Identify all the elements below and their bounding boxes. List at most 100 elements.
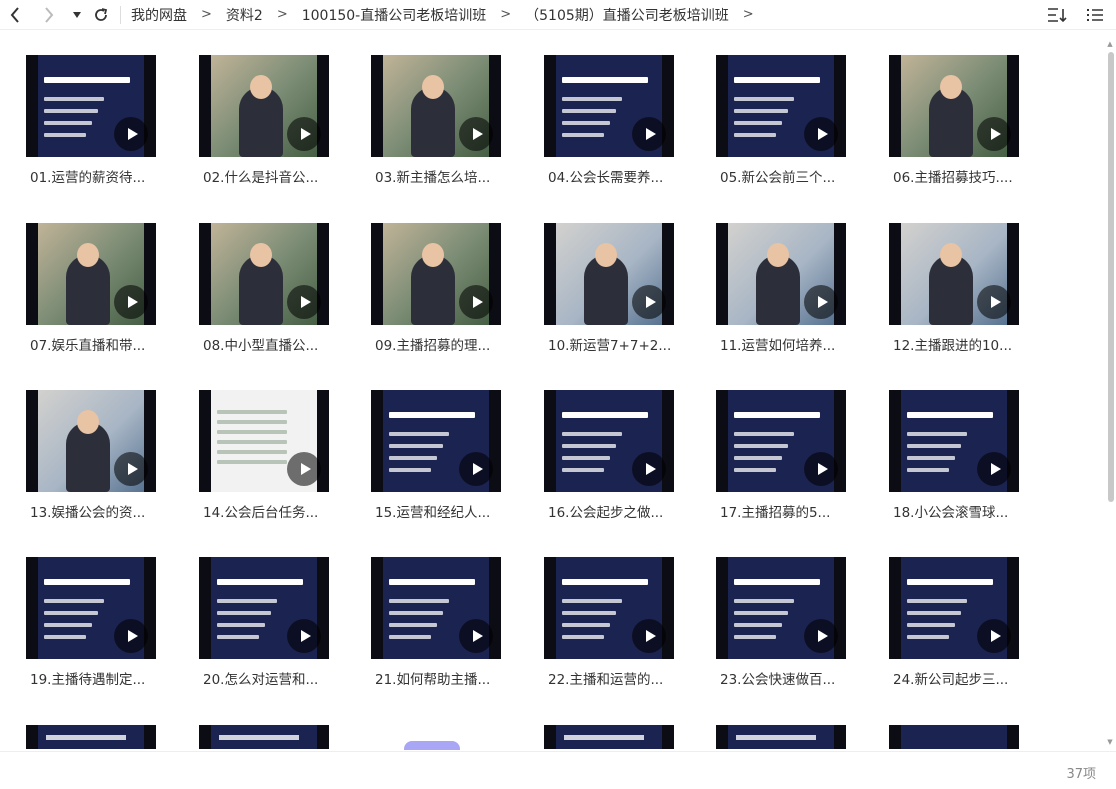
file-item[interactable]: 06.主播招募技巧....: [889, 40, 1061, 200]
video-thumbnail[interactable]: [199, 557, 329, 659]
file-item[interactable]: 04.公会长需要养...: [544, 40, 716, 200]
history-dropdown-button[interactable]: [66, 4, 88, 26]
video-thumbnail[interactable]: [889, 55, 1019, 157]
breadcrumb-item-current[interactable]: （5105期）直播公司老板培训班: [525, 5, 729, 25]
file-thumbnail-partial[interactable]: [889, 725, 1019, 749]
play-icon: [287, 619, 321, 653]
video-thumbnail[interactable]: [544, 390, 674, 492]
file-item[interactable]: 14.公会后台任务...: [199, 375, 371, 535]
file-thumbnail-partial[interactable]: [199, 725, 329, 749]
file-name: 10.新运营7+7+2...: [548, 338, 672, 354]
file-name: 15.运营和经纪人...: [375, 505, 491, 521]
play-icon: [459, 285, 493, 319]
video-thumbnail[interactable]: [889, 223, 1019, 325]
breadcrumb-item-folder[interactable]: 资料2: [226, 5, 263, 25]
file-name: 22.主播和运营的...: [548, 672, 664, 688]
play-icon: [459, 619, 493, 653]
video-thumbnail[interactable]: [716, 223, 846, 325]
file-item[interactable]: 22.主播和运营的...: [544, 542, 716, 702]
video-thumbnail[interactable]: [544, 223, 674, 325]
file-item[interactable]: 11.运营如何培养...: [716, 208, 888, 368]
file-item[interactable]: 20.怎么对运营和...: [199, 542, 371, 702]
caret-down-icon: [73, 11, 81, 18]
video-thumbnail[interactable]: [371, 55, 501, 157]
file-name: 12.主播跟进的10...: [893, 338, 1013, 354]
file-name: 17.主播招募的5...: [720, 505, 831, 521]
file-item[interactable]: 24.新公司起步三...: [889, 542, 1061, 702]
forward-button[interactable]: [38, 4, 60, 26]
file-item[interactable]: 13.娱播公会的资...: [26, 375, 198, 535]
scrollbar-thumb[interactable]: [1108, 52, 1114, 502]
file-name: 09.主播招募的理...: [375, 338, 491, 354]
video-thumbnail[interactable]: [716, 390, 846, 492]
sort-button[interactable]: [1046, 4, 1068, 26]
file-name: 03.新主播怎么培...: [375, 170, 491, 186]
file-item[interactable]: 21.如何帮助主播...: [371, 542, 543, 702]
chevron-left-icon: [10, 6, 19, 23]
video-thumbnail[interactable]: [544, 557, 674, 659]
video-thumbnail[interactable]: [199, 390, 329, 492]
file-item[interactable]: 19.主播待遇制定...: [26, 542, 198, 702]
file-item[interactable]: 08.中小型直播公...: [199, 208, 371, 368]
file-name: 13.娱播公会的资...: [30, 505, 146, 521]
scroll-up-arrow-icon[interactable]: ▲: [1106, 40, 1114, 48]
refresh-button[interactable]: [90, 4, 112, 26]
breadcrumb-item-course[interactable]: 100150-直播公司老板培训班: [302, 5, 487, 25]
play-icon: [977, 619, 1011, 653]
video-thumbnail[interactable]: [26, 223, 156, 325]
file-name: 08.中小型直播公...: [203, 338, 319, 354]
file-item[interactable]: 10.新运营7+7+2...: [544, 208, 716, 368]
file-item[interactable]: 23.公会快速做百...: [716, 542, 888, 702]
video-thumbnail[interactable]: [889, 557, 1019, 659]
file-item[interactable]: 02.什么是抖音公...: [199, 40, 371, 200]
file-item[interactable]: 15.运营和经纪人...: [371, 375, 543, 535]
play-icon: [632, 619, 666, 653]
file-item[interactable]: 05.新公会前三个...: [716, 40, 888, 200]
video-thumbnail[interactable]: [371, 390, 501, 492]
file-name: 20.怎么对运营和...: [203, 672, 319, 688]
video-thumbnail[interactable]: [889, 390, 1019, 492]
file-item[interactable]: 17.主播招募的5...: [716, 375, 888, 535]
file-name: 19.主播待遇制定...: [30, 672, 146, 688]
file-thumbnail-partial[interactable]: [716, 725, 846, 749]
scroll-down-arrow-icon[interactable]: ▼: [1106, 738, 1114, 746]
file-thumbnail-partial[interactable]: [26, 725, 156, 749]
file-item[interactable]: 16.公会起步之做...: [544, 375, 716, 535]
video-thumbnail[interactable]: [544, 55, 674, 157]
video-thumbnail[interactable]: [26, 557, 156, 659]
video-thumbnail[interactable]: [371, 223, 501, 325]
file-name: 21.如何帮助主播...: [375, 672, 491, 688]
file-item[interactable]: 12.主播跟进的10...: [889, 208, 1061, 368]
view-mode-button[interactable]: [1084, 4, 1106, 26]
play-icon: [114, 452, 148, 486]
play-icon: [459, 117, 493, 151]
play-icon: [287, 117, 321, 151]
play-icon: [977, 285, 1011, 319]
folder-icon[interactable]: [404, 741, 460, 750]
video-thumbnail[interactable]: [716, 557, 846, 659]
play-icon: [287, 285, 321, 319]
play-icon: [804, 452, 838, 486]
file-name: 24.新公司起步三...: [893, 672, 1009, 688]
breadcrumb-separator[interactable]: >: [743, 7, 754, 22]
file-item[interactable]: 01.运营的薪资待...: [26, 40, 198, 200]
video-thumbnail[interactable]: [26, 55, 156, 157]
play-icon: [114, 285, 148, 319]
video-thumbnail[interactable]: [371, 557, 501, 659]
file-item[interactable]: 07.娱乐直播和带...: [26, 208, 198, 368]
file-item[interactable]: 09.主播招募的理...: [371, 208, 543, 368]
video-thumbnail[interactable]: [26, 390, 156, 492]
file-item[interactable]: 03.新主播怎么培...: [371, 40, 543, 200]
video-thumbnail[interactable]: [716, 55, 846, 157]
play-icon: [459, 452, 493, 486]
file-item[interactable]: 18.小公会滚雪球...: [889, 375, 1061, 535]
vertical-scrollbar[interactable]: ▲ ▼: [1106, 40, 1114, 746]
breadcrumb-separator: >: [201, 7, 212, 22]
back-button[interactable]: [4, 4, 26, 26]
video-thumbnail[interactable]: [199, 223, 329, 325]
breadcrumb-item-root[interactable]: 我的网盘: [131, 5, 187, 25]
file-thumbnail-partial[interactable]: [544, 725, 674, 749]
play-icon: [632, 117, 666, 151]
play-icon: [287, 452, 321, 486]
video-thumbnail[interactable]: [199, 55, 329, 157]
